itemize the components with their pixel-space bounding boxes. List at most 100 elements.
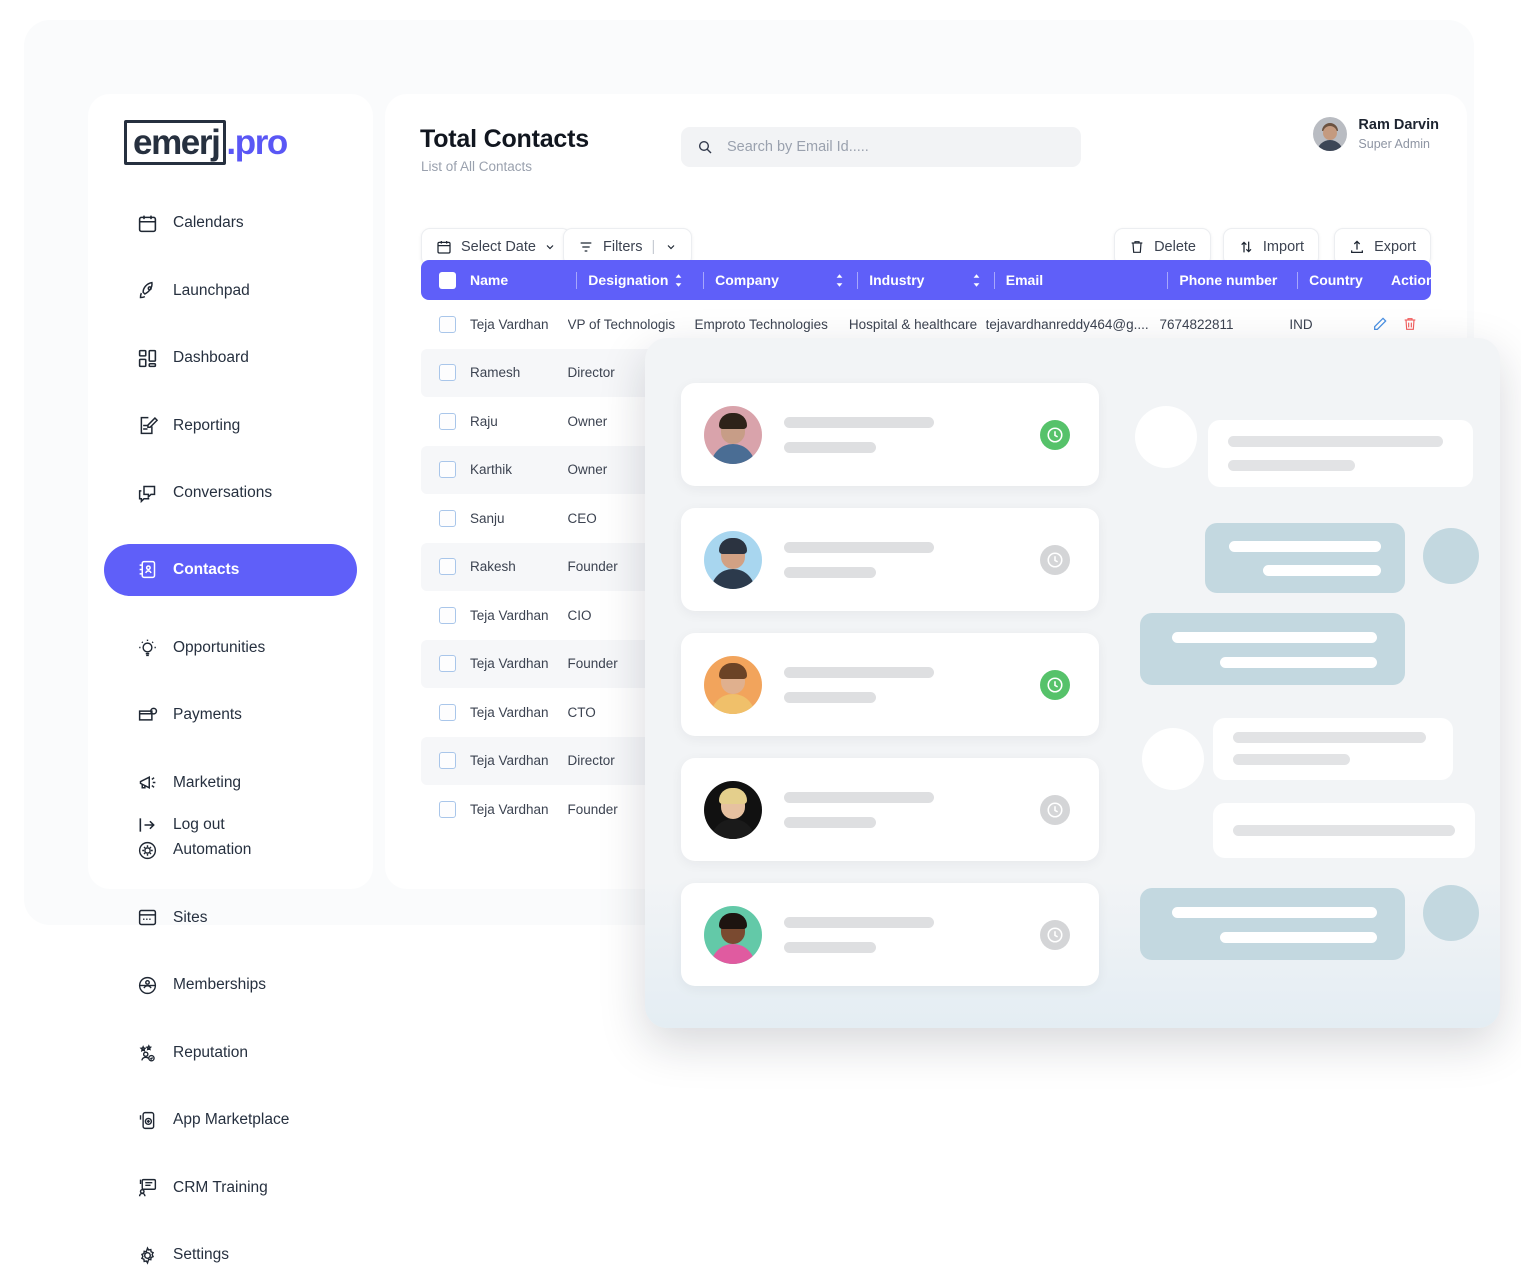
browser-window-icon <box>136 907 158 929</box>
search-input[interactable] <box>727 139 1057 155</box>
cell-name: Rakesh <box>421 543 568 592</box>
filter-funnel-icon <box>578 239 594 255</box>
row-checkbox[interactable] <box>439 558 456 576</box>
sidebar-item-label: Contacts <box>173 560 240 578</box>
calendar-icon <box>436 239 452 255</box>
sidebar-item-contacts[interactable]: Contacts <box>104 543 357 596</box>
col-company[interactable]: Company <box>694 260 848 300</box>
chevron-down-icon <box>544 241 556 253</box>
import-label: Import <box>1262 239 1304 255</box>
overlay-preview-panel <box>645 338 1500 1028</box>
sidebar-item-label: App Marketplace <box>173 1111 290 1128</box>
search-bar[interactable] <box>681 127 1081 167</box>
logout-button[interactable]: Log out <box>114 814 225 836</box>
sidebar-item-memberships[interactable]: Memberships <box>114 968 347 1002</box>
sidebar-item-marketing[interactable]: Marketing <box>114 766 347 800</box>
sidebar-item-reporting[interactable]: Reporting <box>114 409 347 443</box>
sidebar-nav: Calendars Launchpad Dashboard Reporting … <box>88 206 373 1272</box>
brand-logo[interactable]: emerj .pro <box>124 120 288 165</box>
cell-name-text: Karthik <box>470 462 513 478</box>
sidebar-item-opportunities[interactable]: Opportunities <box>114 631 347 665</box>
row-checkbox[interactable] <box>439 315 456 333</box>
overlay-contact-card[interactable] <box>681 633 1099 736</box>
sidebar-item-label: Reputation <box>173 1043 248 1061</box>
pencil-edit-icon[interactable] <box>1372 316 1388 332</box>
page-title: Total Contacts <box>420 125 589 153</box>
overlay-card-avatar <box>704 655 762 714</box>
sidebar-item-settings[interactable]: Settings <box>114 1238 347 1272</box>
cell-name-text: Teja Vardhan <box>470 801 549 817</box>
sidebar-item-sites[interactable]: Sites <box>114 901 347 935</box>
overlay-contact-card[interactable] <box>681 508 1099 611</box>
star-user-icon <box>136 1042 158 1064</box>
clock-icon <box>1047 801 1063 818</box>
cell-name: Karthik <box>421 446 568 495</box>
skeleton-avatar <box>1423 885 1479 941</box>
user-profile[interactable]: Ram Darvin Super Admin <box>1313 116 1439 152</box>
sidebar-item-app-marketplace[interactable]: App Marketplace <box>114 1103 347 1137</box>
col-industry[interactable]: Industry <box>848 260 985 300</box>
row-checkbox[interactable] <box>439 461 456 479</box>
cell-name-text: Teja Vardhan <box>470 316 549 332</box>
sort-icon[interactable] <box>835 273 844 287</box>
overlay-contact-card[interactable] <box>681 883 1099 986</box>
select-all-checkbox[interactable] <box>439 271 456 289</box>
sidebar-item-label: Opportunities <box>173 638 266 656</box>
row-checkbox[interactable] <box>439 703 456 721</box>
skeleton-bubble <box>1208 420 1473 487</box>
row-checkbox[interactable] <box>439 412 456 430</box>
calendar-icon <box>136 212 158 234</box>
gear-circle-icon <box>136 839 158 861</box>
overlay-card-avatar <box>704 530 762 589</box>
sidebar-item-payments[interactable]: Payments <box>114 698 347 732</box>
brand-name: emerj <box>133 123 221 162</box>
col-country: Country <box>1288 260 1371 300</box>
sort-icon[interactable] <box>674 273 683 287</box>
cell-name-text: Teja Vardhan <box>470 656 549 672</box>
cell-name: Teja Vardhan <box>421 785 568 834</box>
row-checkbox[interactable] <box>439 509 456 527</box>
cell-name: Teja Vardhan <box>421 640 568 689</box>
status-badge <box>1040 419 1070 450</box>
status-badge <box>1040 544 1070 575</box>
sidebar: emerj .pro Calendars Launchpad Dashboard <box>88 94 373 1265</box>
sort-icon[interactable] <box>972 273 981 287</box>
overlay-card-avatar <box>704 405 762 464</box>
skeleton-bubble <box>1140 888 1405 960</box>
sidebar-item-conversations[interactable]: Conversations <box>114 476 347 510</box>
delete-label: Delete <box>1154 239 1196 255</box>
row-checkbox[interactable] <box>439 655 456 673</box>
sidebar-item-label: Sites <box>173 908 208 926</box>
sidebar-item-calendars[interactable]: Calendars <box>114 206 347 240</box>
overlay-card-skeleton-lines <box>784 916 1040 953</box>
row-checkbox[interactable] <box>439 606 456 624</box>
cell-name: Teja Vardhan <box>421 300 568 349</box>
overlay-contact-card[interactable] <box>681 758 1099 861</box>
status-badge <box>1040 794 1070 825</box>
cell-name-text: Raju <box>470 413 498 429</box>
sidebar-item-automation[interactable]: Automation <box>114 833 347 867</box>
skeleton-avatar <box>1135 406 1197 468</box>
status-badge <box>1040 669 1070 700</box>
sidebar-item-reputation[interactable]: Reputation <box>114 1036 347 1070</box>
sidebar-item-label: CRM Training <box>173 1178 268 1196</box>
skeleton-bubble <box>1213 803 1475 858</box>
sidebar-item-label: Automation <box>173 841 252 858</box>
sidebar-item-dashboard[interactable]: Dashboard <box>114 341 347 375</box>
cell-name: Teja Vardhan <box>421 737 568 786</box>
sidebar-item-launchpad[interactable]: Launchpad <box>114 274 347 308</box>
brand-suffix: .pro <box>226 123 288 162</box>
clock-icon <box>1047 551 1063 568</box>
sidebar-item-crm-training[interactable]: CRM Training <box>114 1171 347 1205</box>
cell-name: Raju <box>421 397 568 446</box>
trash-icon <box>1129 239 1145 255</box>
row-checkbox[interactable] <box>439 752 456 770</box>
training-board-icon <box>136 1177 158 1199</box>
col-designation[interactable]: Designation <box>567 260 694 300</box>
row-checkbox[interactable] <box>439 364 456 382</box>
overlay-contact-card[interactable] <box>681 383 1099 486</box>
row-checkbox[interactable] <box>439 800 456 818</box>
sidebar-item-label: Reporting <box>173 416 241 434</box>
trash-icon[interactable] <box>1402 316 1418 332</box>
cell-name-text: Teja Vardhan <box>470 753 549 769</box>
